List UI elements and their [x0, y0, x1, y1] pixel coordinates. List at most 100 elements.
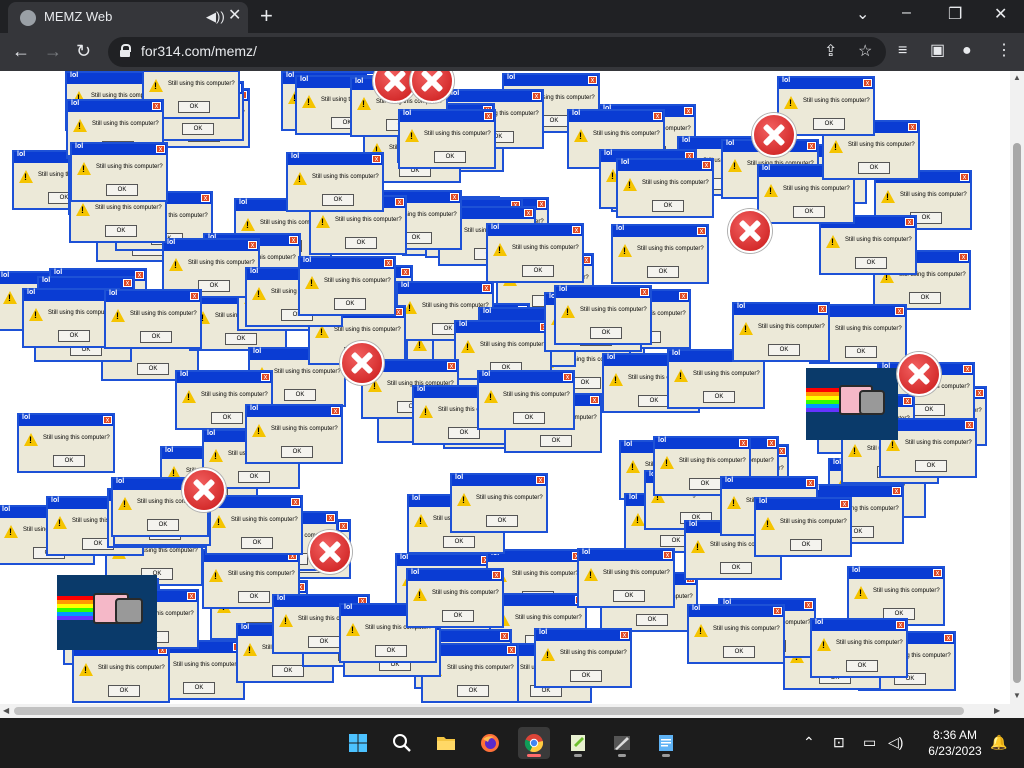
dialog-close-button[interactable]: x [187, 592, 196, 600]
dialog-ok-button[interactable]: OK [913, 404, 945, 416]
dialog-ok-button[interactable]: OK [540, 435, 572, 447]
dialog-close-button[interactable]: x [640, 288, 649, 296]
clock[interactable]: 8:36 AM 6/23/2023 [925, 728, 985, 758]
dialog-close-button[interactable]: x [960, 173, 969, 181]
dialog-close-button[interactable]: x [767, 439, 776, 447]
dialog-close-button[interactable]: x [291, 498, 300, 506]
start-button[interactable] [342, 727, 374, 759]
warning-dialog[interactable]: lolx!Still using this computer?OK [847, 566, 945, 626]
dialog-titlebar[interactable]: lolx [579, 549, 673, 561]
dialog-close-button[interactable]: x [152, 102, 161, 110]
dialog-close-button[interactable]: x [896, 621, 905, 629]
warning-dialog[interactable]: lolx!Still using this computer?OK [406, 568, 504, 628]
dialog-titlebar[interactable]: lolx [398, 282, 492, 294]
dialog-close-button[interactable]: x [135, 271, 144, 279]
dialog-ok-button[interactable]: OK [375, 645, 407, 657]
scroll-left-icon[interactable]: ◀ [3, 706, 9, 715]
dialog-ok-button[interactable]: OK [723, 646, 755, 658]
dialog-close-button[interactable]: x [537, 200, 546, 208]
dialog-close-button[interactable]: x [532, 92, 541, 100]
display-icon[interactable]: ▭ [863, 734, 876, 751]
dialog-ok-button[interactable]: OK [793, 206, 825, 218]
side-panel-icon[interactable]: ▣ [930, 41, 945, 61]
dialog-close-button[interactable]: x [679, 292, 688, 300]
warning-dialog[interactable]: lolx!Still using this computer?OK [245, 404, 343, 464]
app-7-button[interactable] [606, 727, 638, 759]
tab-memz-web[interactable]: MEMZ Web ◀)) ✕ [8, 2, 248, 33]
warning-dialog[interactable]: lolx!Still using this computer?OK [754, 497, 852, 557]
dialog-titlebar[interactable]: lolx [613, 225, 707, 237]
dialog-ok-button[interactable]: OK [613, 590, 645, 602]
dialog-titlebar[interactable]: lolx [68, 100, 162, 112]
dialog-close-button[interactable]: x [326, 514, 335, 522]
dialog-titlebar[interactable]: lolx [812, 619, 906, 631]
dialog-ok-button[interactable]: OK [241, 537, 273, 549]
dialog-titlebar[interactable]: lolx [556, 286, 650, 298]
dialog-ok-button[interactable]: OK [570, 670, 602, 682]
dialog-close-button[interactable]: x [702, 161, 711, 169]
dialog-close-button[interactable]: x [863, 79, 872, 87]
dialog-close-button[interactable]: x [588, 76, 597, 84]
dialog-ok-button[interactable]: OK [53, 455, 85, 467]
dialog-close-button[interactable]: x [975, 389, 984, 397]
dialog-ok-button[interactable]: OK [272, 665, 304, 677]
horizontal-scroll-thumb[interactable] [14, 707, 964, 715]
dialog-close-button[interactable]: x [401, 268, 410, 276]
dialog-ok-button[interactable]: OK [720, 562, 752, 574]
dialog-close-button[interactable]: x [572, 226, 581, 234]
vertical-scroll-thumb[interactable] [1013, 143, 1021, 683]
address-bar[interactable]: for314.com/memz/ ⇪ ☆ [108, 37, 886, 67]
dialog-close-button[interactable]: x [201, 194, 210, 202]
dialog-ok-button[interactable]: OK [225, 333, 257, 345]
warning-dialog[interactable]: lolx!Still using this computer?OK [72, 643, 170, 703]
notepad-plus-button[interactable] [562, 727, 594, 759]
dialog-close-button[interactable]: x [447, 362, 456, 370]
tab-close-icon[interactable]: ✕ [228, 7, 241, 25]
warning-dialog[interactable]: lolx!Still using this computer?OK [611, 224, 709, 284]
url-text[interactable]: for314.com/memz/ [141, 43, 257, 59]
dialog-titlebar[interactable]: lolx [536, 629, 630, 641]
dialog-titlebar[interactable]: lolx [849, 567, 943, 579]
close-window-button[interactable]: ✕ [994, 4, 1007, 24]
notifications-icon[interactable]: 🔔 [990, 734, 1007, 751]
dialog-titlebar[interactable]: lolx [756, 498, 850, 510]
dialog-ok-button[interactable]: OK [513, 412, 545, 424]
warning-dialog[interactable]: lolx!Still using this computer?OK [616, 158, 714, 218]
minimize-button[interactable]: – [902, 4, 911, 22]
dialog-ok-button[interactable]: OK [198, 280, 230, 292]
warning-dialog[interactable]: lolx!Still using this computer?OK [477, 370, 575, 430]
profile-icon[interactable]: ● [962, 41, 972, 61]
dialog-close-button[interactable]: x [590, 396, 599, 404]
dialog-close-button[interactable]: x [895, 307, 904, 315]
dialog-close-button[interactable]: x [892, 487, 901, 495]
dialog-close-button[interactable]: x [524, 209, 533, 217]
dialog-ok-button[interactable]: OK [457, 685, 489, 697]
dialog-close-button[interactable]: x [372, 155, 381, 163]
dialog-titlebar[interactable]: lolx [408, 569, 502, 581]
dialog-close-button[interactable]: x [156, 145, 165, 153]
dialog-close-button[interactable]: x [248, 241, 257, 249]
dialog-ok-button[interactable]: OK [590, 327, 622, 339]
horizontal-scrollbar[interactable]: ◀ ▶ [0, 704, 1024, 718]
dialog-titlebar[interactable]: lolx [19, 414, 113, 426]
dialog-close-button[interactable]: x [963, 365, 972, 373]
dialog-ok-button[interactable]: OK [846, 660, 878, 672]
dialog-titlebar[interactable]: lolx [569, 110, 663, 122]
dialog-close-button[interactable]: x [804, 601, 813, 609]
media-control-icon[interactable]: ≡ [898, 41, 907, 61]
dialog-close-button[interactable]: x [806, 479, 815, 487]
dialog-titlebar[interactable]: lolx [164, 239, 258, 251]
dialog-ok-button[interactable]: OK [855, 257, 887, 269]
dialog-close-button[interactable]: x [507, 646, 516, 654]
dialog-ok-button[interactable]: OK [448, 427, 480, 439]
dialog-close-button[interactable]: x [944, 634, 953, 642]
dialog-titlebar[interactable]: lolx [808, 485, 902, 497]
warning-dialog[interactable]: lolx!Still using this computer?OK [104, 289, 202, 349]
dialog-titlebar[interactable]: lolx [288, 153, 382, 165]
warning-dialog[interactable]: lolx!Still using this computer?OK [486, 223, 584, 283]
file-explorer-button[interactable] [430, 727, 462, 759]
dialog-close-button[interactable]: x [663, 551, 672, 559]
dialog-titlebar[interactable]: lolx [479, 371, 573, 383]
tab-search-icon[interactable]: ⌄ [856, 4, 869, 24]
dialog-titlebar[interactable]: lolx [452, 474, 546, 486]
